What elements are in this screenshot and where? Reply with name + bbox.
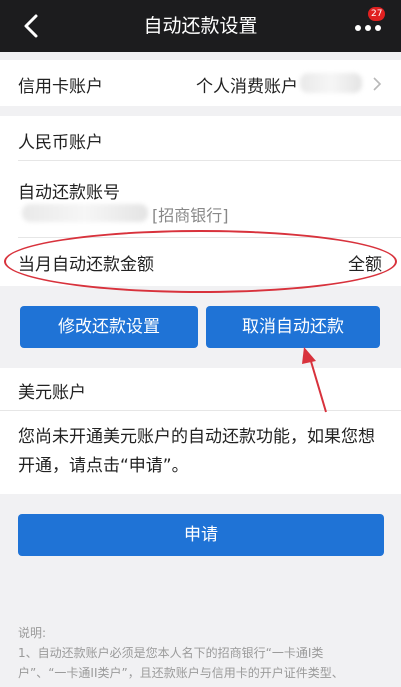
notes-line-1: 1、自动还款账户必须是您本人名下的招商银行“一卡通I类 <box>18 646 324 660</box>
chevron-right-icon <box>373 77 382 91</box>
monthly-amount-value: 全额 <box>348 255 382 275</box>
divider <box>18 237 401 238</box>
apply-button[interactable]: 申请 <box>18 514 384 556</box>
usd-section-label: 美元账户 <box>18 383 86 403</box>
page-title: 自动还款设置 <box>143 15 258 37</box>
notes-line-2: 户”、“一卡通II类户”，且还款账户与信用卡的开户证件类型、 <box>18 666 344 680</box>
rmb-section-label: 人民币账户 <box>18 133 103 153</box>
masked-account-number <box>300 73 362 93</box>
usd-account-block: 美元账户 您尚未开通美元账户的自动还款功能，如果您想开通，请点击“申请”。 <box>0 368 401 494</box>
monthly-amount-label: 当月自动还款金额 <box>18 255 154 275</box>
rmb-account-block: 人民币账户 自动还款账号 [招商银行] 当月自动还款金额 全额 <box>0 116 401 286</box>
usd-autopay-message: 您尚未开通美元账户的自动还款功能，如果您想开通，请点击“申请”。 <box>18 427 375 476</box>
divider <box>0 410 401 411</box>
autopay-bank-name: [招商银行] <box>152 206 229 225</box>
notification-badge: 27 <box>368 7 386 21</box>
modify-autopay-button[interactable]: 修改还款设置 <box>20 306 198 348</box>
nav-bar: 自动还款设置 27 <box>0 0 401 52</box>
divider <box>18 160 401 161</box>
autopay-account-label: 自动还款账号 <box>18 183 120 203</box>
cancel-autopay-button[interactable]: 取消自动还款 <box>206 306 380 348</box>
masked-autopay-account <box>22 204 148 222</box>
credit-card-account-label: 信用卡账户 <box>18 77 103 97</box>
credit-card-account-value: 个人消费账户 <box>196 77 298 97</box>
credit-card-account-row[interactable]: 信用卡账户 个人消费账户 <box>0 60 401 106</box>
notes-title: 说明: <box>18 626 47 640</box>
